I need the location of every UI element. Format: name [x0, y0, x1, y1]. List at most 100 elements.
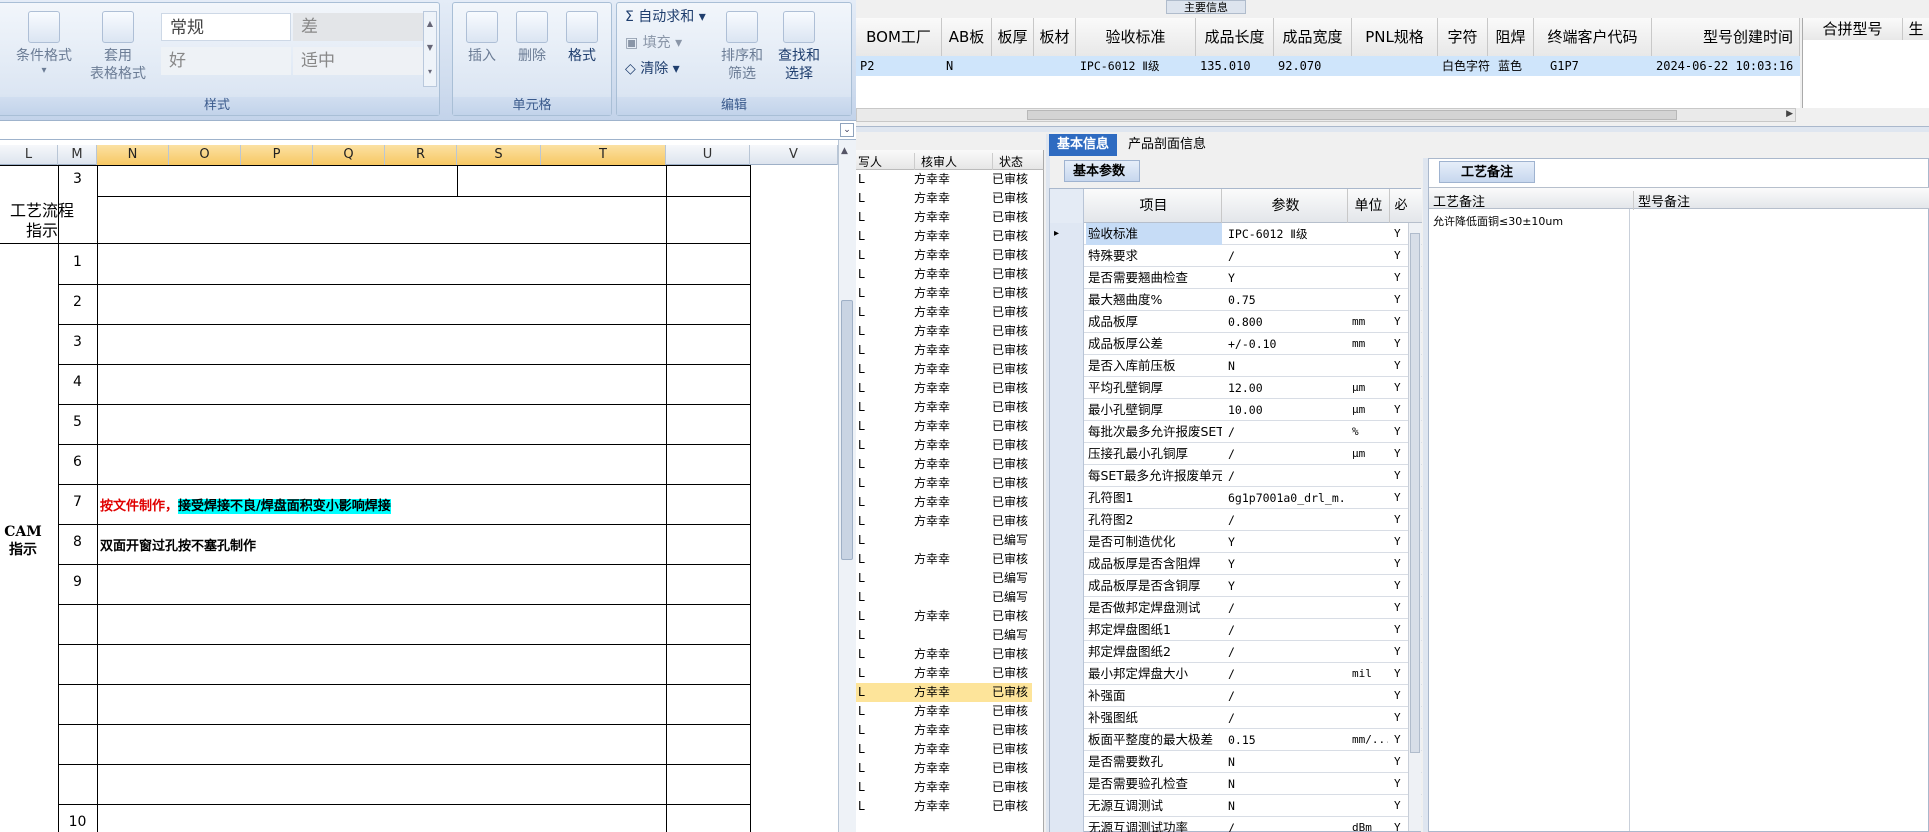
col-header[interactable]: V — [750, 145, 838, 165]
param-row[interactable]: 是否做邦定焊盘测试 / Y — [1050, 597, 1422, 619]
basic-params-grid[interactable]: 项目 参数 单位 必 ▸ 验收标准 IPC-6012 Ⅱ级 Y 特殊要求 / Y 是否需要翘曲… — [1049, 188, 1422, 832]
col-header[interactable]: S — [457, 145, 541, 165]
param-row[interactable]: 板面平整度的最大极差 0.15 mm/... Y — [1050, 729, 1422, 751]
basic-vscroll[interactable] — [1408, 223, 1421, 831]
list-item[interactable]: L 已编写 — [856, 531, 1032, 550]
list-item[interactable]: L 方幸幸 已审核 — [856, 398, 1032, 417]
scroll-up-icon[interactable]: ▲ — [841, 146, 853, 160]
list-item[interactable]: L 方幸幸 已审核 — [856, 664, 1032, 683]
list-item[interactable]: L 方幸幸 已审核 — [856, 303, 1032, 322]
param-row[interactable]: 最小邦定焊盘大小 / mil Y — [1050, 663, 1422, 685]
grid-header[interactable]: 型号创建时间 — [1652, 18, 1800, 56]
main-grid-row[interactable]: P2 N IPC-6012 Ⅱ级 135.010 92.070 白色字符 蓝色 … — [856, 56, 1800, 76]
col-header[interactable]: U — [666, 145, 750, 165]
worksheet-grid[interactable]: 3 工艺流程 指示 CAM 指示 1 2 3 4 5 6 7 8 9 10 按文… — [0, 165, 848, 832]
param-row[interactable]: 孔符图16g1p7001a0_drl_m...Y — [1050, 487, 1422, 509]
grid-header[interactable]: 终端客户代码 — [1534, 18, 1652, 56]
scroll-right-icon[interactable]: ▶ — [1786, 109, 1793, 119]
delete-button[interactable]: 删除 — [509, 11, 555, 65]
order-list[interactable]: L 方幸幸 已审核 L 方幸幸 已审核 L 方幸幸 已审核 L 方幸幸 已审核 L 方幸幸 已审核 L 方幸幸已… — [856, 170, 1044, 832]
param-row[interactable]: 邦定焊盘图纸2/Y — [1050, 641, 1422, 663]
list-item[interactable]: L 方幸幸 已审核 — [856, 246, 1032, 265]
sort-filter-button[interactable]: 排序和 筛选 — [717, 11, 767, 83]
param-row[interactable]: 成品板厚是否含阻焊 Y Y — [1050, 553, 1422, 575]
list-item[interactable]: L 方幸幸 已审核 — [856, 740, 1032, 759]
list-item[interactable]: L 方幸幸 已审核 — [856, 417, 1032, 436]
expand-formula-icon[interactable]: ⌄ — [840, 123, 854, 137]
col-header[interactable]: M — [58, 145, 97, 165]
tab-basic-params[interactable]: 基本参数 — [1064, 160, 1140, 182]
param-row[interactable]: 补强面 / Y — [1050, 685, 1422, 707]
param-row[interactable]: 是否需要翘曲检查 Y Y — [1050, 267, 1422, 289]
param-row[interactable]: 成品板厚 0.800 mm Y — [1050, 311, 1422, 333]
grid-header[interactable]: 板材 — [1034, 18, 1076, 56]
style-neutral[interactable]: 适中 — [293, 47, 423, 75]
step7-text[interactable]: 按文件制作，接受焊接不良/焊盘面积变小影响焊接 — [100, 495, 391, 514]
grid-header[interactable]: 成品长度 — [1196, 18, 1274, 56]
col-header[interactable]: P — [241, 145, 313, 165]
param-row[interactable]: 每批次最多允许报废SET /% Y — [1050, 421, 1422, 443]
main-grid-hscroll[interactable]: ▶ — [856, 108, 1796, 122]
autosum-button[interactable]: Σ 自动求和 ▾ — [625, 7, 706, 27]
style-good[interactable]: 好 — [161, 47, 291, 75]
hscroll-thumb[interactable] — [1027, 110, 1677, 120]
grid-header[interactable]: 字符 — [1438, 18, 1488, 56]
styles-scroll[interactable]: ▲ ▼ ▾ — [423, 11, 437, 87]
grid-header[interactable]: AB板 — [942, 18, 992, 56]
style-normal[interactable]: 常规 — [161, 13, 291, 41]
list-item[interactable]: L 方幸幸 已审核 — [856, 607, 1032, 626]
param-row[interactable]: 孔符图2/Y — [1050, 509, 1422, 531]
param-row[interactable]: 邦定焊盘图纸1/Y — [1050, 619, 1422, 641]
col-header[interactable]: T — [541, 145, 666, 165]
grid-header[interactable]: 板厚 — [992, 18, 1034, 56]
param-row[interactable]: 成品板厚公差 +/-0.10 mm Y — [1050, 333, 1422, 355]
grid-header[interactable]: 合拼型号 — [1803, 18, 1903, 40]
param-row[interactable]: 是否可制造优化 Y Y — [1050, 531, 1422, 553]
col-header[interactable]: Q — [313, 145, 385, 165]
param-row[interactable]: 成品板厚是否含铜厚 Y Y — [1050, 575, 1422, 597]
step8-text[interactable]: 双面开窗过孔按不塞孔制作 — [100, 535, 256, 554]
list-item[interactable]: L 方幸幸 已审核 — [856, 265, 1032, 284]
tab-basic-info[interactable]: 基本信息 — [1049, 134, 1118, 156]
param-row[interactable]: 最大翘曲度% 0.75 Y — [1050, 289, 1422, 311]
list-item[interactable]: L 方幸幸 已审核 — [856, 227, 1032, 246]
formula-bar[interactable]: ⌄ — [0, 120, 856, 140]
param-row[interactable]: 无源互调测试功率 / dBm Y — [1050, 817, 1422, 832]
param-row[interactable]: 压接孔最小孔铜厚 / μm Y — [1050, 443, 1422, 465]
col-header[interactable]: L — [0, 145, 58, 165]
scroll-thumb[interactable] — [1410, 233, 1420, 753]
list-item[interactable]: L 方幸幸 已审核 — [856, 683, 1032, 702]
param-row[interactable]: 是否需要验孔检查 N Y — [1050, 773, 1422, 795]
param-row[interactable]: 是否需要数孔 N Y — [1050, 751, 1422, 773]
grid-header[interactable]: 阻焊 — [1488, 18, 1534, 56]
list-item[interactable]: L 方幸幸 已审核 — [856, 360, 1032, 379]
param-row[interactable]: 特殊要求 / Y — [1050, 245, 1422, 267]
list-item[interactable]: L 方幸幸 已审核 — [856, 493, 1032, 512]
grid-header[interactable]: 验收标准 — [1076, 18, 1196, 56]
list-item[interactable]: L 方幸幸 已审核 — [856, 550, 1032, 569]
grid-header[interactable]: PNL规格 — [1352, 18, 1438, 56]
insert-button[interactable]: 插入 — [459, 11, 505, 65]
fill-button[interactable]: ▣ 填充 ▾ — [625, 33, 682, 53]
table-format-button[interactable]: 套用 表格格式 — [79, 11, 157, 83]
tab-craft-remark[interactable]: 工艺备注 — [1439, 161, 1535, 183]
list-item[interactable]: L 方幸幸 已审核 — [856, 208, 1032, 227]
param-row[interactable]: 补强图纸 / Y — [1050, 707, 1422, 729]
list-item[interactable]: L 方幸幸 已审核 — [856, 474, 1032, 493]
grid-header[interactable]: BOM工厂 — [856, 18, 942, 56]
list-item[interactable]: L 方幸幸 已审核 — [856, 379, 1032, 398]
list-item[interactable]: L 方幸幸 已审核 — [856, 721, 1032, 740]
list-item[interactable]: L 已编写 — [856, 588, 1032, 607]
col-header[interactable]: N — [97, 145, 169, 165]
list-item[interactable]: L 方幸幸 已审核 — [856, 645, 1032, 664]
param-row[interactable]: 最小孔壁铜厚 10.00 μm Y — [1050, 399, 1422, 421]
list-item[interactable]: L 方幸幸 已审核 — [856, 436, 1032, 455]
splitter[interactable] — [856, 126, 1929, 132]
clear-button[interactable]: ◇ 清除 ▾ — [625, 59, 680, 79]
param-row[interactable]: 平均孔壁铜厚 12.00 μm Y — [1050, 377, 1422, 399]
param-row[interactable]: 是否入库前压板 N Y — [1050, 355, 1422, 377]
param-row[interactable]: 无源互调测试 N Y — [1050, 795, 1422, 817]
list-item[interactable]: L 方幸幸 已审核 — [856, 341, 1032, 360]
vertical-scrollbar[interactable]: ▲ — [838, 140, 856, 832]
find-select-button[interactable]: 查找和 选择 — [771, 11, 827, 83]
